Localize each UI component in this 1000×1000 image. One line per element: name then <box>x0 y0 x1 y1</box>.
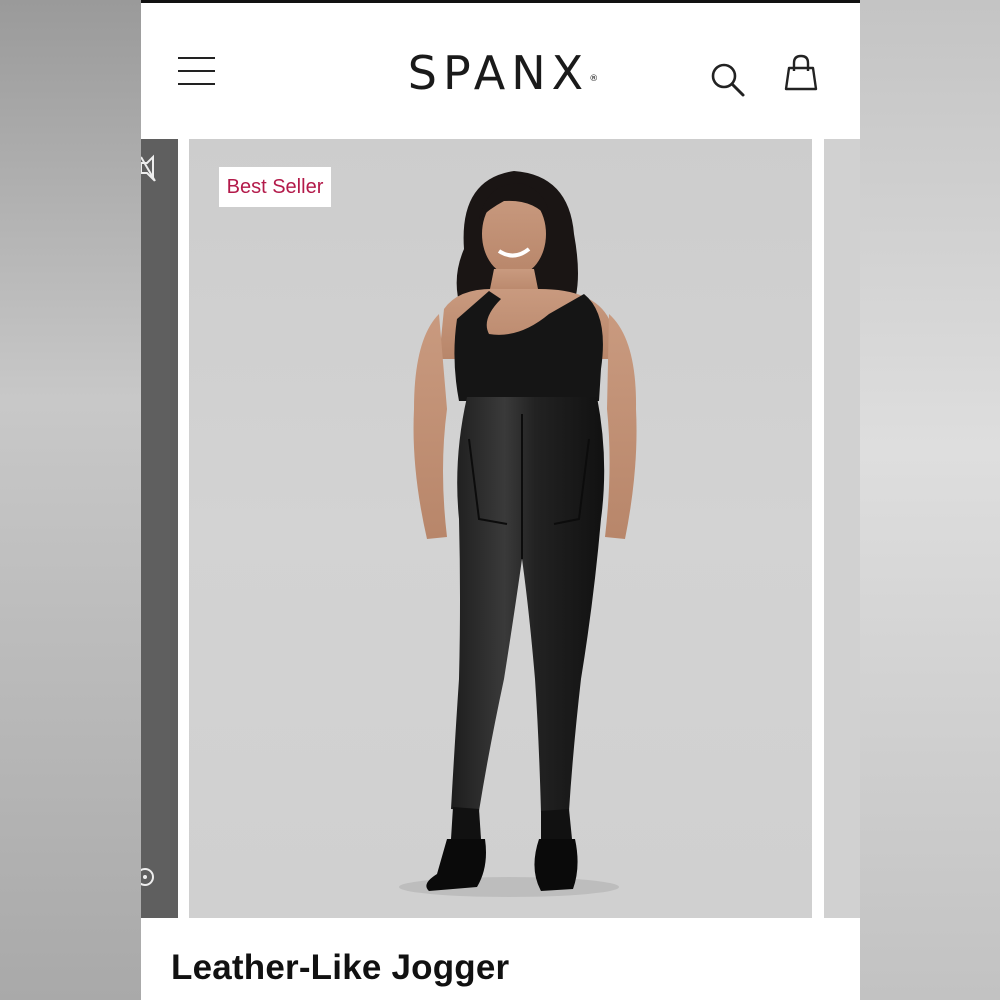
product-main-image[interactable]: Best Seller <box>189 139 812 918</box>
brand-logo-text: SPANX <box>407 46 590 100</box>
backdrop-right <box>860 0 1000 1000</box>
search-icon[interactable] <box>709 61 747 99</box>
site-header: SPANX® <box>141 3 860 137</box>
next-slide-peek[interactable] <box>824 139 860 918</box>
info-icon[interactable] <box>141 867 155 887</box>
registered-mark: ® <box>589 74 599 84</box>
product-title: Leather-Like Jogger <box>171 948 510 987</box>
backdrop-left <box>0 0 141 1000</box>
shopping-bag-icon[interactable] <box>781 53 821 93</box>
previous-slide-peek[interactable] <box>141 139 178 918</box>
hamburger-menu-icon[interactable] <box>178 57 215 87</box>
mute-icon[interactable] <box>141 153 159 183</box>
brand-logo[interactable]: SPANX® <box>373 43 633 103</box>
product-model-image <box>399 171 637 897</box>
mobile-page: SPANX® Best Seller Leather-Like Jogger <box>141 0 860 1000</box>
product-image-carousel[interactable]: Best Seller <box>141 137 860 920</box>
best-seller-badge: Best Seller <box>219 167 331 207</box>
